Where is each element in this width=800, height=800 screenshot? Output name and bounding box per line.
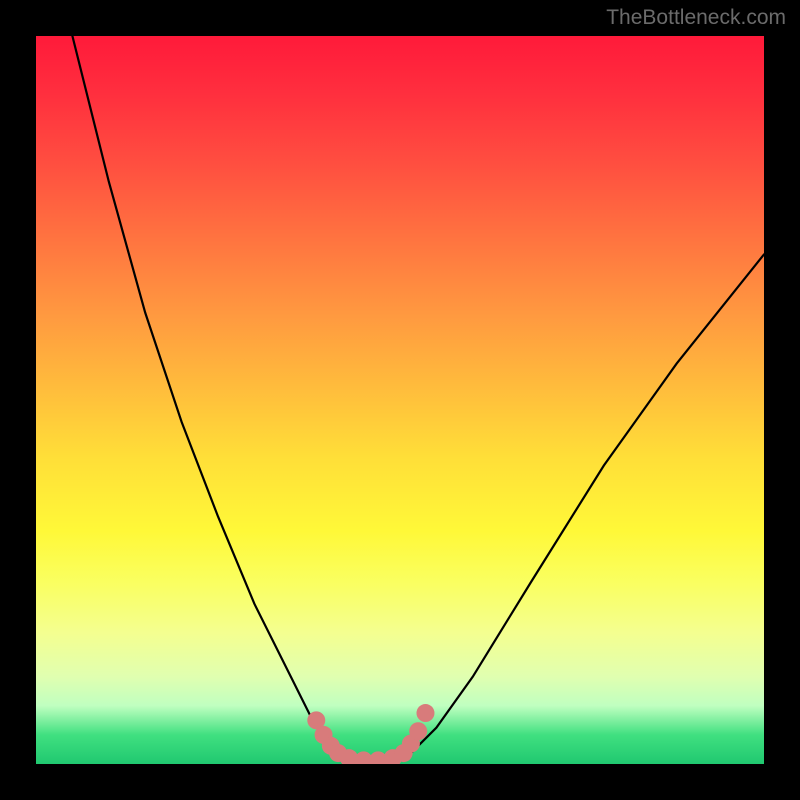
watermark-text: TheBottleneck.com [606, 6, 786, 30]
marker-point [409, 722, 427, 740]
plot-area [36, 36, 764, 764]
chart-svg [36, 36, 764, 764]
curve-left-curve [72, 36, 341, 757]
marker-point [416, 704, 434, 722]
marker-layer [307, 704, 434, 764]
curve-layer [72, 36, 764, 764]
curve-right-curve [407, 254, 764, 756]
